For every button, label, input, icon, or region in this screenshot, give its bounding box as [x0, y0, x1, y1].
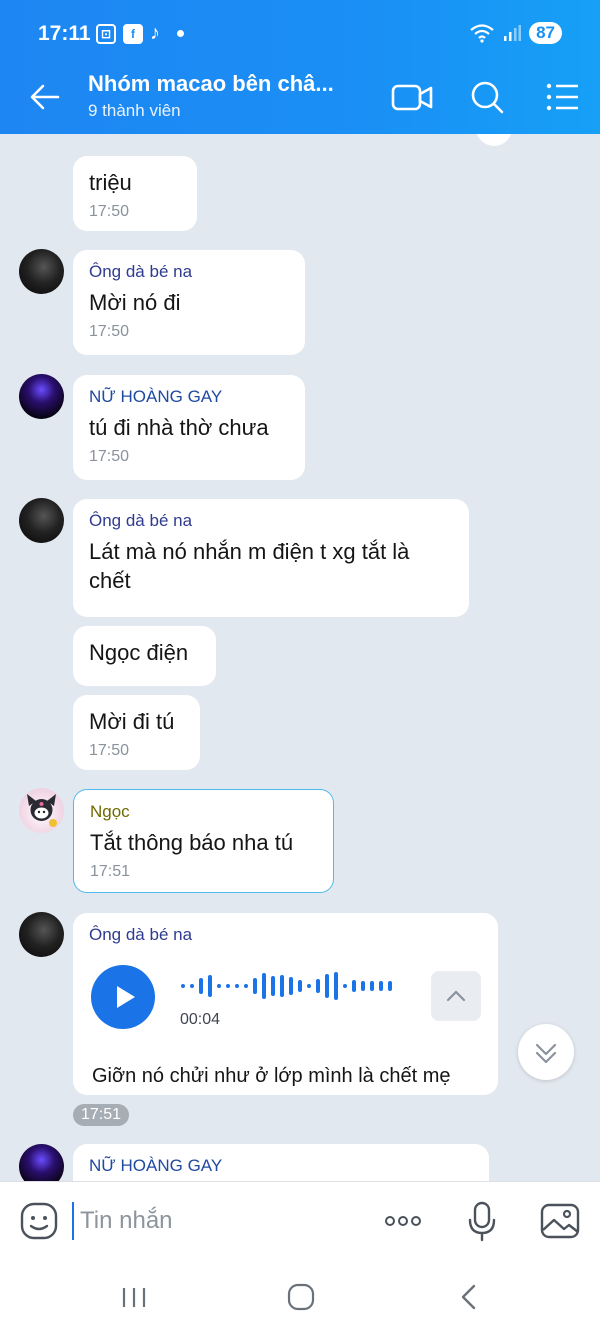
message-bubble[interactable]: Ông dà bé na Lát mà nó nhắn m điện t xg …: [73, 499, 469, 617]
double-chevron-down-icon: [535, 1043, 557, 1064]
avatar[interactable]: [19, 912, 64, 957]
tiktok-icon: ♪: [150, 22, 160, 44]
sender-name[interactable]: NỮ HOÀNG GAY: [89, 387, 289, 407]
message-input[interactable]: Tin nhắn: [72, 1202, 362, 1240]
member-count[interactable]: 9 thành viên: [88, 101, 181, 121]
voice-duration: 00:04: [180, 1011, 221, 1028]
group-title[interactable]: Nhóm macao bên châ...: [88, 71, 334, 97]
message-bubble[interactable]: Ngọc Tắt thông báo nha tú 17:51: [73, 789, 334, 893]
message-time: 17:50: [89, 448, 130, 465]
battery-indicator: 87: [529, 22, 562, 44]
sender-name[interactable]: NỮ HOÀNG GAY: [89, 1156, 473, 1176]
scroll-to-bottom-button[interactable]: [518, 1024, 574, 1080]
message-bubble[interactable]: triệu 17:50: [73, 156, 197, 231]
app-header: 17:11 ⊡ f ♪ 87 Nhóm macao bên châ... 9 t…: [0, 0, 600, 134]
signal-icon: [504, 25, 522, 41]
message-text: Tắt thông báo nha tú: [90, 830, 294, 855]
play-icon: [117, 986, 135, 1008]
message-bubble[interactable]: NỮ HOÀNG GAY tú đi nhà thờ chưa 17:50: [73, 375, 305, 480]
system-navigation-bar: [0, 1259, 600, 1333]
message-text: Ngọc điện: [89, 640, 189, 665]
menu-list-icon[interactable]: [540, 78, 584, 116]
message-bubble[interactable]: Mời đi tú 17:50: [73, 695, 200, 770]
search-icon[interactable]: [466, 78, 510, 116]
message-time: 17:51: [90, 863, 131, 880]
avatar[interactable]: [19, 1144, 64, 1181]
status-bar: 17:11 ⊡ f ♪ 87: [0, 0, 600, 68]
expand-transcript-button[interactable]: [431, 971, 481, 1021]
message-text: Lát mà nó nhắn m điện t xg tắt là chết: [89, 539, 410, 593]
message-bubble[interactable]: Ngọc điện: [73, 626, 216, 686]
message-bubble[interactable]: Ông dà bé na Mời nó đi 17:50: [73, 250, 305, 355]
message-time: 17:50: [89, 203, 130, 220]
sender-name[interactable]: Ngọc: [90, 802, 317, 822]
facebook-icon: f: [123, 23, 143, 44]
avatar[interactable]: [19, 788, 64, 833]
scroll-up-button[interactable]: [476, 134, 512, 146]
message-bubble[interactable]: NỮ HOÀNG GAY: [73, 1144, 489, 1181]
recent-apps-icon[interactable]: [118, 1281, 150, 1313]
message-text: Mời nó đi: [89, 290, 181, 315]
message-text: triệu: [89, 170, 132, 195]
kuromi-avatar-icon: [27, 794, 57, 827]
status-time: 17:11: [38, 22, 91, 45]
avatar[interactable]: [19, 498, 64, 543]
chevron-up-icon: [446, 990, 466, 1002]
voice-transcript: Giỡn nó chửi như ở lớp mình là chết mẹ: [92, 1065, 451, 1087]
back-nav-icon[interactable]: [454, 1281, 486, 1313]
message-text: tú đi nhà thờ chưa: [89, 415, 269, 440]
video-call-icon[interactable]: [390, 78, 434, 116]
message-time: 17:50: [89, 323, 130, 340]
sender-name[interactable]: Ông dà bé na: [89, 925, 482, 945]
more-options-icon[interactable]: [382, 1200, 424, 1242]
microphone-icon[interactable]: [461, 1200, 503, 1242]
notification-dot-icon: [177, 30, 184, 37]
voice-message-bubble[interactable]: Ông dà bé na 00:04 Giỡn nó chửi như ở lớ…: [73, 913, 498, 1095]
sender-name[interactable]: Ông dà bé na: [89, 262, 289, 282]
voice-waveform[interactable]: [181, 971, 392, 1001]
image-gallery-icon[interactable]: [539, 1200, 581, 1242]
sender-name[interactable]: Ông dà bé na: [89, 511, 453, 531]
message-text: Mời đi tú: [89, 709, 175, 734]
message-list[interactable]: triệu 17:50 Ông dà bé na Mời nó đi 17:50…: [0, 134, 600, 1181]
avatar[interactable]: [19, 374, 64, 419]
play-button[interactable]: [91, 965, 155, 1029]
message-composer: Tin nhắn: [0, 1181, 600, 1259]
screen-record-icon: ⊡: [96, 23, 116, 44]
avatar[interactable]: [19, 249, 64, 294]
back-arrow-icon[interactable]: [28, 80, 62, 114]
home-icon[interactable]: [285, 1281, 317, 1313]
emoji-sticker-icon[interactable]: [18, 1200, 60, 1242]
message-time: 17:50: [89, 742, 130, 759]
wifi-icon: [470, 24, 494, 43]
message-time: 17:51: [73, 1104, 130, 1126]
